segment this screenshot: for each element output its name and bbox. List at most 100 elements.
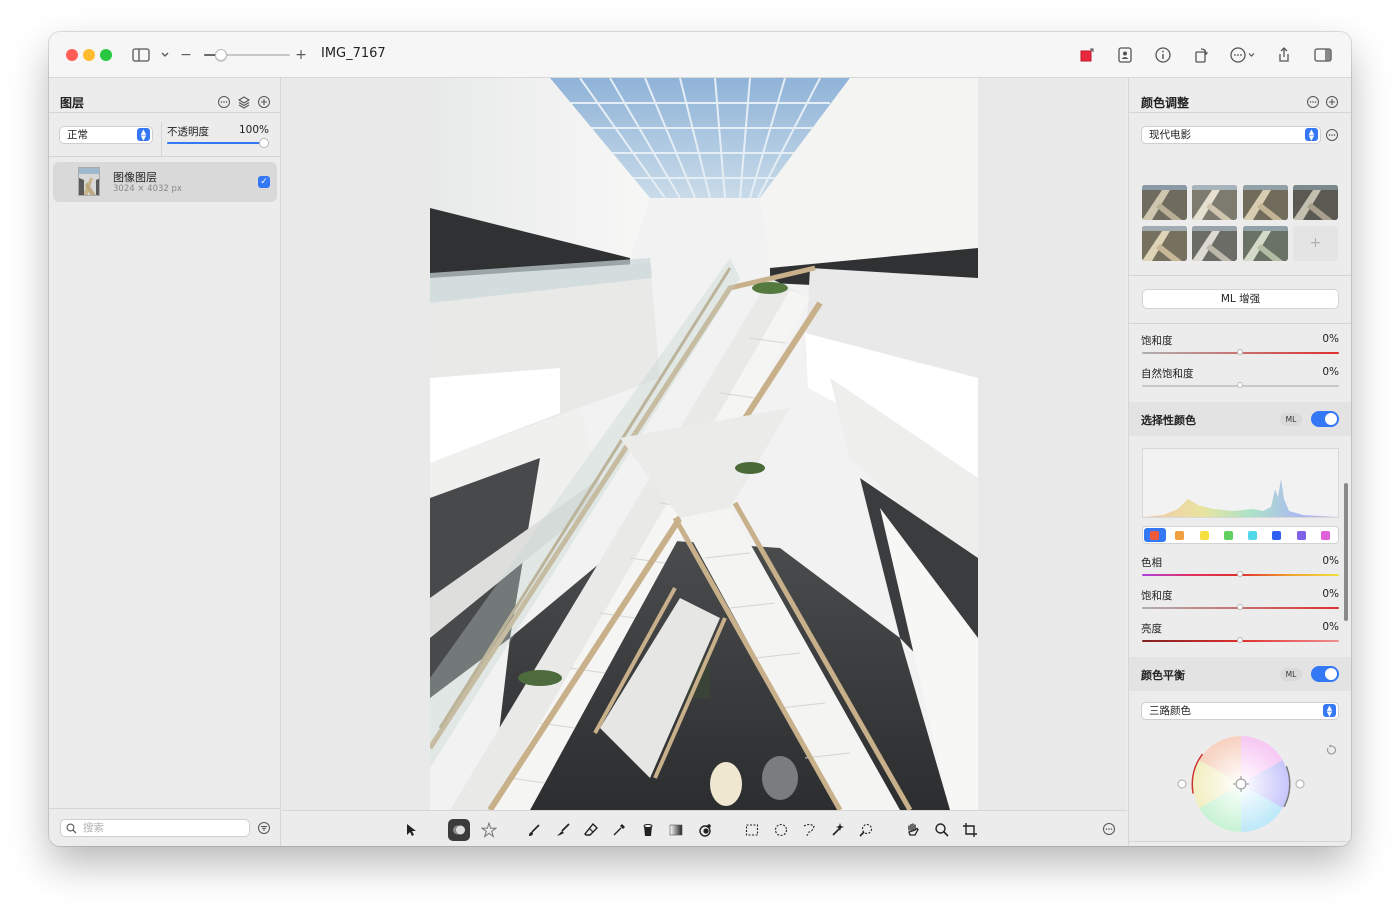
ellipse-select-icon[interactable] (770, 819, 792, 841)
opacity-slider-knob[interactable] (259, 138, 269, 148)
reset-rotation-icon[interactable] (1325, 741, 1337, 755)
clone-icon[interactable] (694, 819, 716, 841)
color-balance-toggle[interactable] (1311, 666, 1339, 682)
ml-badge[interactable]: ML (1280, 668, 1302, 681)
zoom-out-button[interactable]: − (180, 45, 192, 65)
id-card-icon[interactable] (1115, 45, 1135, 65)
search-field[interactable]: 搜索 (60, 819, 250, 837)
info-icon[interactable] (1153, 45, 1173, 65)
divider (49, 156, 281, 157)
preset-thumbnail[interactable] (1142, 226, 1187, 261)
color-swatch-purple[interactable] (1297, 531, 1306, 540)
scrollbar[interactable] (1344, 483, 1348, 621)
zoom-icon[interactable] (931, 819, 953, 841)
sidebar-toggle-icon[interactable] (131, 45, 151, 65)
preset-select[interactable]: 现代电影 ▲ ▼ (1141, 126, 1321, 144)
titlebar: − + IMG_7167 (49, 32, 1351, 78)
stepper-icon: ▲ ▼ (137, 128, 150, 142)
layers-stack-icon[interactable] (237, 94, 251, 109)
close-window-button[interactable] (66, 49, 78, 61)
color-swatch-red[interactable] (1150, 531, 1159, 540)
search-input[interactable]: 搜索 (60, 819, 250, 837)
shape-style-icon[interactable] (448, 819, 470, 841)
paint-bucket-icon[interactable] (637, 819, 659, 841)
color-swatch-magenta[interactable] (1321, 531, 1330, 540)
zoom-window-button[interactable] (100, 49, 112, 61)
preset-thumbnail[interactable] (1142, 185, 1187, 220)
selective-color-header[interactable]: 选择性颜色 ML (1129, 402, 1351, 436)
add-layer-icon[interactable] (258, 96, 270, 108)
hand-icon[interactable] (902, 819, 924, 841)
color-swatch-icon[interactable] (1077, 45, 1097, 65)
layers-panel-title: 图层 (60, 96, 85, 110)
layer-thumbnail (78, 167, 100, 196)
lasso-icon[interactable] (798, 819, 820, 841)
eraser-icon[interactable] (580, 819, 602, 841)
divider (1129, 841, 1351, 842)
color-swatch-cyan[interactable] (1248, 531, 1257, 540)
more-options-icon[interactable] (218, 96, 230, 108)
layer-row[interactable]: 图像图层 3024 × 4032 px ✓ (53, 162, 277, 202)
star-effect-icon[interactable] (478, 819, 500, 841)
color-swatch-selector[interactable] (1142, 526, 1339, 544)
hue-label: 色相 (1141, 557, 1162, 569)
color-wheel[interactable] (1169, 734, 1313, 834)
add-preset-button[interactable]: + (1293, 226, 1338, 261)
pointer-icon[interactable] (400, 819, 422, 841)
zoom-slider[interactable] (204, 49, 290, 61)
zoom-in-button[interactable]: + (295, 45, 307, 65)
preset-options-icon[interactable] (1326, 129, 1338, 141)
sel-saturation-slider-knob[interactable] (1237, 604, 1243, 610)
color-swatch-green[interactable] (1224, 531, 1233, 540)
canvas-area[interactable] (282, 78, 1127, 810)
layer-visibility-checkbox[interactable]: ✓ (258, 176, 270, 188)
share-icon[interactable] (1274, 45, 1294, 65)
photo-image[interactable] (430, 78, 978, 810)
ml-badge[interactable]: ML (1280, 413, 1302, 426)
selective-color-toggle[interactable] (1311, 411, 1339, 427)
chevron-down-icon[interactable] (155, 45, 175, 65)
preset-thumbnail[interactable] (1243, 226, 1288, 261)
preset-thumbnail[interactable] (1243, 185, 1288, 220)
crop-icon[interactable] (959, 819, 981, 841)
vibrance-label: 自然饱和度 (1141, 368, 1194, 380)
layers-panel: 图层 正常 ▲ ▼ 不透明度 100% 图像图层 3024 × 4032 px ✓ (49, 78, 281, 846)
rotate-icon[interactable] (1191, 45, 1211, 65)
color-swatch-orange[interactable] (1175, 531, 1184, 540)
brush-icon[interactable] (523, 819, 545, 841)
opacity-slider[interactable] (167, 142, 265, 144)
preset-thumbnail[interactable] (1192, 185, 1237, 220)
zoom-slider-knob[interactable] (215, 49, 228, 61)
filter-icon[interactable] (258, 822, 270, 834)
more-options-icon[interactable] (1103, 823, 1115, 835)
color-balance-mode-select[interactable]: 三路颜色 ▲ ▼ (1141, 702, 1339, 720)
sidebar-right-icon[interactable] (1313, 45, 1333, 65)
brightness-slider-knob[interactable] (1237, 637, 1243, 643)
gradient-icon[interactable] (665, 819, 687, 841)
color-balance-header[interactable]: 颜色平衡 ML (1129, 657, 1351, 691)
quick-select-icon[interactable] (855, 819, 877, 841)
app-window: − + IMG_7167 图层 正常 ▲ ▼ 不透明度 100% 图像图层 30… (49, 32, 1351, 846)
more-menu-icon[interactable] (1228, 45, 1262, 65)
color-swatch-yellow[interactable] (1200, 531, 1209, 540)
toggle-knob (1325, 668, 1337, 680)
preset-thumbnail[interactable] (1293, 185, 1338, 220)
divider (1129, 323, 1351, 324)
more-options-icon[interactable] (1307, 96, 1319, 108)
divider (1129, 112, 1351, 113)
blend-mode-value: 正常 (67, 129, 88, 141)
rect-select-icon[interactable] (741, 819, 763, 841)
preset-thumbnail[interactable] (1192, 226, 1237, 261)
magic-wand-icon[interactable] (827, 819, 849, 841)
eyedropper-icon[interactable] (608, 819, 630, 841)
blend-mode-select[interactable]: 正常 ▲ ▼ (59, 126, 153, 144)
add-adjustment-icon[interactable] (1326, 96, 1338, 108)
color-swatch-blue[interactable] (1272, 531, 1281, 540)
hue-slider-knob[interactable] (1237, 571, 1243, 577)
saturation-slider-knob[interactable] (1237, 349, 1243, 355)
ml-enhance-button[interactable]: ML 增强 (1142, 289, 1339, 309)
paint-brush-icon[interactable] (552, 819, 574, 841)
vibrance-slider-knob[interactable] (1237, 382, 1243, 388)
minimize-window-button[interactable] (83, 49, 95, 61)
brightness-label: 亮度 (1141, 623, 1162, 635)
